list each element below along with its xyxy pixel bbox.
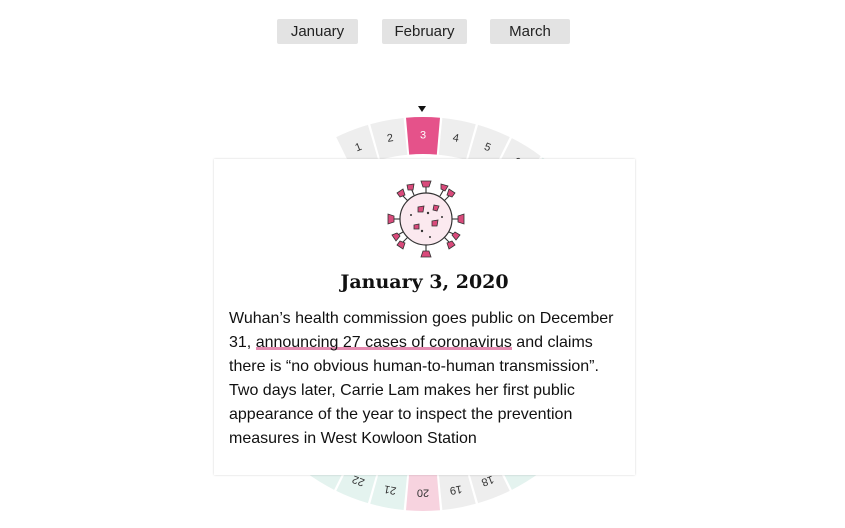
day-label-21: 21 bbox=[383, 482, 397, 496]
day-label-19: 19 bbox=[449, 482, 463, 496]
event-description: Wuhan’s health commission goes public on… bbox=[229, 307, 624, 451]
event-card: January 3, 2020 Wuhan’s health commissio… bbox=[214, 159, 635, 475]
event-date: January 3, 2020 bbox=[340, 271, 509, 293]
highlighted-claim: announcing 27 cases of coronavirus bbox=[255, 334, 512, 351]
selection-pointer-icon bbox=[418, 106, 426, 112]
day-label-20: 20 bbox=[417, 487, 429, 499]
day-label-3: 3 bbox=[420, 130, 426, 142]
coronavirus-icon bbox=[387, 180, 465, 258]
